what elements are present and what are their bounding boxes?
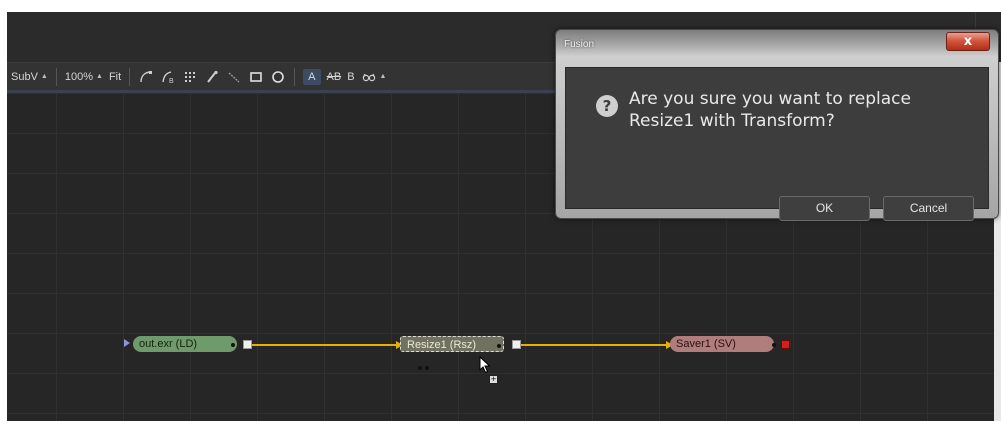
grid-dots-icon[interactable] xyxy=(182,69,198,85)
toolbar-separator xyxy=(55,67,57,86)
subview-label: SubV xyxy=(11,70,38,83)
toolbar-separator xyxy=(129,67,131,86)
loader-output-port[interactable] xyxy=(243,340,252,349)
glasses-icon xyxy=(361,69,377,85)
dialog-body: ? Are you sure you want to replace Resiz… xyxy=(565,67,989,221)
input-arrow-icon xyxy=(124,339,130,347)
paint-brush-icon[interactable] xyxy=(204,69,220,85)
dialog-title: Fusion xyxy=(564,39,595,50)
wand-icon[interactable] xyxy=(226,69,242,85)
fit-label: Fit xyxy=(108,70,122,83)
subview-dropdown[interactable]: SubV ▲ xyxy=(11,71,48,83)
loader-node-label: out.exr (LD) xyxy=(139,338,198,350)
resize-node-label: Resize1 (Rsz) xyxy=(407,339,477,351)
text-b-button[interactable]: B xyxy=(347,71,354,83)
bspline-icon[interactable] xyxy=(138,69,154,85)
fit-button[interactable]: Fit xyxy=(109,71,121,83)
resize-mask-input-icon xyxy=(418,366,422,370)
caret-up-icon: ▲ xyxy=(379,73,387,80)
cancel-button[interactable]: Cancel xyxy=(883,196,974,221)
question-icon: ? xyxy=(596,95,618,117)
caret-up-icon: ▲ xyxy=(96,73,103,80)
close-button[interactable]: x xyxy=(946,32,990,51)
dialog-message: Are you sure you want to replace Resize1… xyxy=(629,89,911,131)
zoom-dropdown[interactable]: 100% ▲ xyxy=(65,71,103,83)
saver-node-label: Saver1 (SV) xyxy=(676,338,736,350)
replace-confirm-dialog: Fusion x ? Are you sure you want to repl… xyxy=(555,29,999,221)
text-a-button[interactable]: A xyxy=(303,68,321,85)
bezier-icon[interactable]: B xyxy=(160,69,176,85)
resize-output-port[interactable] xyxy=(512,340,521,349)
plus-icon: + xyxy=(489,375,498,384)
caret-up-icon: ▲ xyxy=(40,73,48,80)
link-resize-saver xyxy=(521,344,669,346)
text-ab-button[interactable]: AB xyxy=(327,71,342,83)
text-a-label: A xyxy=(308,70,316,83)
text-ab-label: AB xyxy=(326,70,342,83)
glasses-options-button[interactable]: ▲ xyxy=(361,69,387,85)
link-loader-resize xyxy=(252,344,399,346)
toolbar-separator xyxy=(294,67,296,86)
saver-output-port[interactable] xyxy=(781,340,790,349)
loader-node[interactable]: out.exr (LD) xyxy=(133,336,237,352)
resize-node[interactable]: Resize1 (Rsz) xyxy=(400,336,504,352)
zoom-label: 100% xyxy=(64,70,93,83)
resize-dot-icon xyxy=(497,344,501,348)
resize-mask-input-icon xyxy=(425,366,429,370)
rectangle-icon[interactable] xyxy=(248,69,264,85)
ellipse-icon[interactable] xyxy=(270,69,286,85)
text-b-label: B xyxy=(347,70,355,83)
ok-button[interactable]: OK xyxy=(779,196,870,221)
svg-text:B: B xyxy=(169,78,174,84)
saver-dot-icon xyxy=(772,343,776,347)
saver-node[interactable]: Saver1 (SV) xyxy=(670,336,774,352)
loader-dot-icon xyxy=(231,343,235,347)
close-icon: x xyxy=(963,34,973,49)
